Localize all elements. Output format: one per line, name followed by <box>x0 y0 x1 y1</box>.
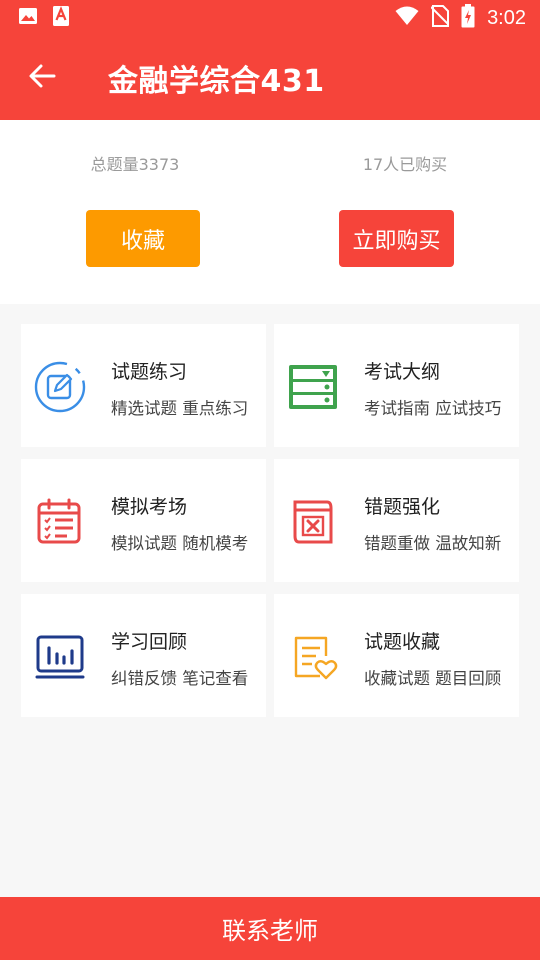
module-title: 试题练习 <box>111 361 188 383</box>
arrow-left-icon <box>28 62 56 94</box>
course-summary: 总题量3373 17人已购买 收藏 立即购买 <box>0 120 540 304</box>
module-wrong-questions[interactable]: 错题强化 错题重做 温故知新 <box>274 459 519 582</box>
favorite-button[interactable]: 收藏 <box>86 210 200 267</box>
battery-charging-icon <box>461 3 475 33</box>
module-review[interactable]: 学习回顾 纠错反馈 笔记查看 <box>21 594 266 717</box>
module-subtitle: 精选试题 重点练习 <box>111 399 249 418</box>
status-bar: 3:02 <box>0 0 540 36</box>
total-questions-count: 总题量3373 <box>90 155 180 174</box>
bar-chart-icon <box>33 630 87 684</box>
calendar-checklist-icon <box>33 495 87 549</box>
buyers-count: 17人已购买 <box>362 155 448 174</box>
module-title: 试题收藏 <box>364 631 441 653</box>
module-syllabus[interactable]: 考试大纲 考试指南 应试技巧 <box>274 324 519 447</box>
app-notification-icon <box>52 5 70 31</box>
module-title: 学习回顾 <box>111 631 188 653</box>
server-icon <box>286 360 340 414</box>
app-bar: 金融学综合431 <box>0 36 540 120</box>
image-notification-icon <box>18 6 38 30</box>
heart-note-icon <box>286 630 340 684</box>
module-subtitle: 模拟试题 随机模考 <box>111 534 249 553</box>
module-title: 错题强化 <box>364 496 441 518</box>
edit-circle-icon <box>33 360 87 414</box>
wifi-icon <box>395 6 419 31</box>
wrong-box-icon <box>286 495 340 549</box>
module-subtitle: 错题重做 温故知新 <box>364 534 502 553</box>
page-title: 金融学综合431 <box>108 64 325 99</box>
contact-teacher-button[interactable]: 联系老师 <box>0 897 540 960</box>
no-sim-icon <box>430 4 450 32</box>
module-favorites[interactable]: 试题收藏 收藏试题 题目回顾 <box>274 594 519 717</box>
module-subtitle: 纠错反馈 笔记查看 <box>111 669 249 688</box>
buy-now-button[interactable]: 立即购买 <box>339 210 454 267</box>
module-subtitle: 收藏试题 题目回顾 <box>364 669 502 688</box>
module-practice[interactable]: 试题练习 精选试题 重点练习 <box>21 324 266 447</box>
module-title: 模拟考场 <box>111 496 188 518</box>
back-button[interactable] <box>0 36 84 120</box>
module-mock-exam[interactable]: 模拟考场 模拟试题 随机模考 <box>21 459 266 582</box>
module-title: 考试大纲 <box>364 361 441 383</box>
module-subtitle: 考试指南 应试技巧 <box>364 399 502 418</box>
status-time: 3:02 <box>487 6 526 29</box>
